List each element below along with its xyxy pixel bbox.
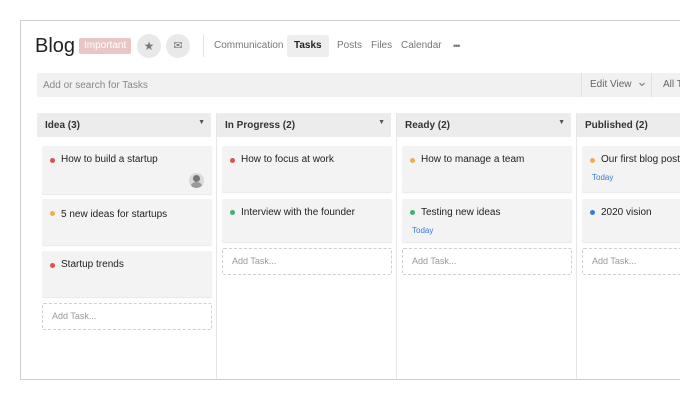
priority-dot <box>230 210 235 215</box>
search-input[interactable] <box>43 73 543 97</box>
caret-down-icon[interactable]: ▼ <box>198 119 205 126</box>
add-task-field[interactable]: Add Task... <box>402 248 572 275</box>
avatar[interactable] <box>189 173 204 188</box>
tab-tasks[interactable]: Tasks <box>287 35 329 57</box>
tab-calendar[interactable]: Calendar <box>401 35 442 57</box>
priority-dot <box>230 158 235 163</box>
due-date-link[interactable]: Today <box>412 226 433 235</box>
column-title: Idea (3) <box>45 120 81 131</box>
project-header: Blog Important ★ ✉ Communication Tasks P… <box>21 21 680 73</box>
due-date-link[interactable]: Today <box>592 173 613 182</box>
edit-view-label: Edit View <box>590 79 632 90</box>
search-bar: Edit View All Tasks <box>37 73 680 97</box>
add-task-placeholder: Add Task... <box>592 256 637 266</box>
task-title: How to build a startup <box>61 154 158 165</box>
page-title: Blog <box>35 35 76 57</box>
column-in-progress: In Progress (2) ▼ How to focus at work I… <box>217 113 395 379</box>
priority-dot <box>50 263 55 268</box>
add-task-placeholder: Add Task... <box>52 311 97 321</box>
task-card[interactable]: How to build a startup <box>42 146 212 194</box>
task-title: 2020 vision <box>601 207 652 218</box>
email-button[interactable]: ✉ <box>166 34 190 58</box>
search-divider-2 <box>651 73 652 97</box>
column-published: Published (2) Our first blog post Today … <box>577 113 680 379</box>
column-header: In Progress (2) ▼ <box>217 113 391 137</box>
task-title: Testing new ideas <box>421 207 501 218</box>
star-icon: ★ <box>143 39 155 53</box>
task-title: 5 new ideas for startups <box>61 209 168 220</box>
tab-files[interactable]: Files <box>371 35 392 57</box>
column-idea: Idea (3) ▼ How to build a startup 5 new … <box>37 113 215 379</box>
tab-posts[interactable]: Posts <box>337 35 362 57</box>
task-card[interactable]: How to focus at work <box>222 146 392 192</box>
caret-down-icon[interactable]: ▼ <box>558 119 565 126</box>
chevron-down-icon <box>639 83 646 87</box>
kanban-board: Idea (3) ▼ How to build a startup 5 new … <box>37 113 680 379</box>
priority-dot <box>50 158 55 163</box>
add-task-field[interactable]: Add Task... <box>222 248 392 275</box>
all-tasks-filter[interactable]: All Tasks <box>663 73 680 97</box>
add-task-field[interactable]: Add Task... <box>582 248 680 275</box>
more-icon[interactable]: ••• <box>453 35 461 57</box>
task-card[interactable]: 2020 vision <box>582 199 680 242</box>
priority-dot <box>410 158 415 163</box>
column-title: In Progress (2) <box>225 120 296 131</box>
task-title: How to manage a team <box>421 154 525 165</box>
task-card[interactable]: 5 new ideas for startups <box>42 199 212 245</box>
task-card[interactable]: Startup trends <box>42 251 212 297</box>
column-ready: Ready (2) ▼ How to manage a team Testing… <box>397 113 575 379</box>
edit-view-dropdown[interactable]: Edit View <box>590 73 646 97</box>
column-title: Published (2) <box>585 120 648 131</box>
task-card[interactable]: How to manage a team <box>402 146 572 192</box>
header-divider <box>203 35 204 57</box>
task-title: Startup trends <box>61 259 124 270</box>
important-badge[interactable]: Important <box>79 38 132 54</box>
star-button[interactable]: ★ <box>137 34 161 58</box>
task-card[interactable]: Interview with the founder <box>222 199 392 242</box>
task-title: Our first blog post <box>601 154 680 165</box>
task-card[interactable]: Testing new ideas Today <box>402 199 572 242</box>
add-task-placeholder: Add Task... <box>232 256 277 266</box>
priority-dot <box>590 210 595 215</box>
task-title: Interview with the founder <box>241 207 355 218</box>
caret-down-icon[interactable]: ▼ <box>378 119 385 126</box>
column-header: Idea (3) ▼ <box>37 113 211 137</box>
add-task-placeholder: Add Task... <box>412 256 457 266</box>
app-window: Blog Important ★ ✉ Communication Tasks P… <box>20 20 680 380</box>
tab-communication[interactable]: Communication <box>214 35 283 57</box>
task-title: How to focus at work <box>241 154 334 165</box>
search-divider <box>581 73 582 97</box>
column-title: Ready (2) <box>405 120 451 131</box>
task-card[interactable]: Our first blog post Today <box>582 146 680 192</box>
column-header: Published (2) <box>577 113 680 137</box>
column-header: Ready (2) ▼ <box>397 113 571 137</box>
add-task-field[interactable]: Add Task... <box>42 303 212 330</box>
priority-dot <box>590 158 595 163</box>
mail-icon: ✉ <box>173 40 183 52</box>
priority-dot <box>50 211 55 216</box>
priority-dot <box>410 210 415 215</box>
